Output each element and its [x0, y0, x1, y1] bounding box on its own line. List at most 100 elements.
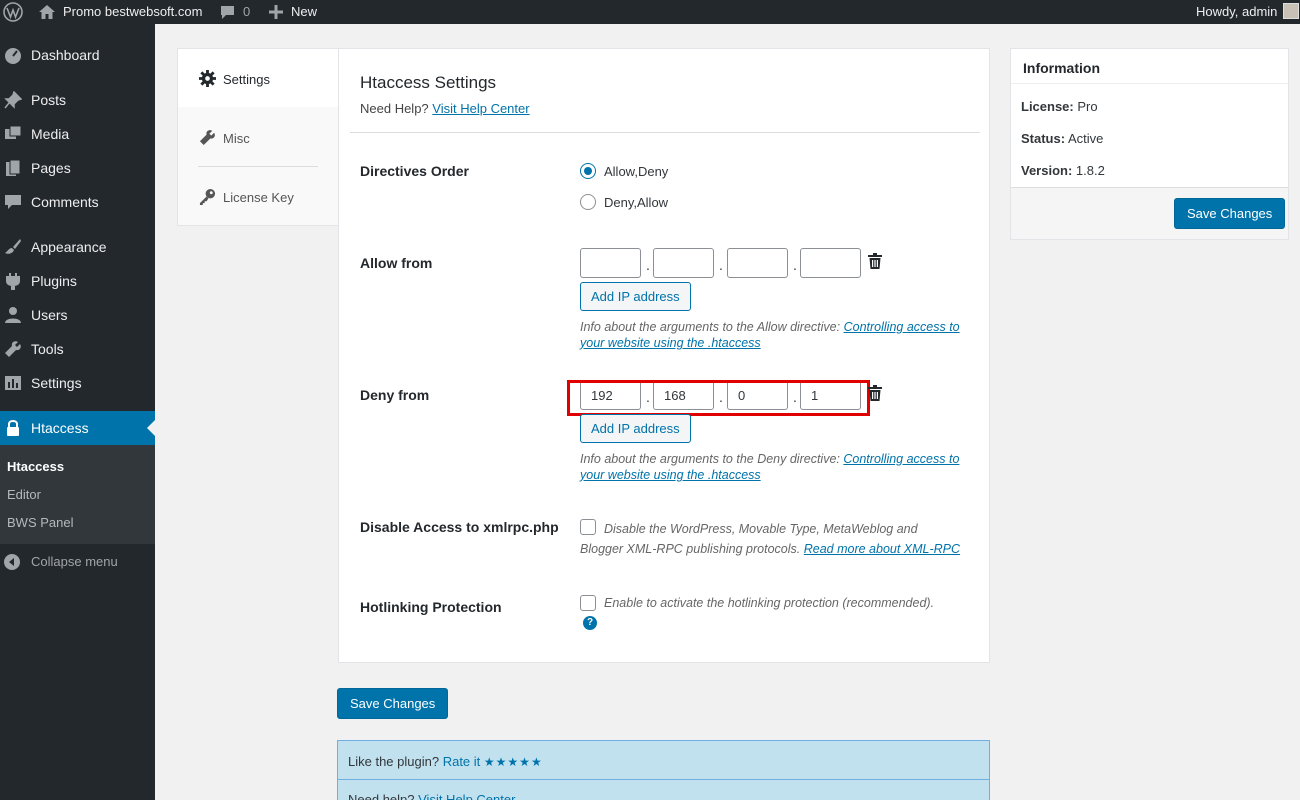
settings-icon	[5, 376, 21, 390]
xmlrpc-description: Disable the WordPress, Movable Type, Met…	[580, 519, 962, 559]
menu-label: Media	[31, 126, 70, 142]
menu-settings[interactable]: Settings	[0, 366, 155, 400]
status-value: Active	[1067, 131, 1104, 146]
media-icon	[5, 125, 22, 139]
need-help-line: Need help? Visit Help Center	[348, 792, 515, 800]
trash-icon[interactable]	[868, 385, 882, 401]
save-changes-button[interactable]: Save Changes	[337, 688, 449, 719]
info-footer: Save Changes	[1011, 187, 1288, 239]
allow-add-ip-button[interactable]: Add IP address	[580, 282, 691, 311]
home-icon[interactable]	[38, 0, 56, 24]
comments-count[interactable]: 0	[243, 0, 250, 24]
allow-info-text: Info about the arguments to the Allow di…	[580, 319, 962, 351]
page-title: Htaccess Settings	[360, 73, 497, 92]
need-help-prefix: Need help?	[348, 792, 415, 800]
help-icon[interactable]: ?	[583, 616, 597, 630]
submenu-editor[interactable]: Editor	[7, 487, 41, 502]
tab-label: Misc	[223, 131, 250, 146]
tab-label: License Key	[223, 190, 294, 205]
comment-icon	[5, 195, 21, 209]
rating-stars-icon[interactable]: ★★★★★	[484, 755, 543, 769]
plugin-icon	[6, 273, 20, 290]
menu-media[interactable]: Media	[0, 117, 155, 151]
deny-from-label: Deny from	[360, 387, 430, 403]
allow-info-prefix: Info about the arguments to the Allow di…	[580, 320, 841, 334]
license-row: License: Pro	[1021, 99, 1098, 114]
information-box: Information License: Pro Status: Active …	[1010, 48, 1289, 240]
pin-icon	[4, 91, 22, 109]
menu-comments[interactable]: Comments	[0, 185, 155, 219]
ip-dot: .	[793, 257, 797, 273]
xmlrpc-read-more-link[interactable]: Read more about XML-RPC	[804, 542, 960, 556]
settings-panel: Htaccess Settings Need Help? Visit Help …	[338, 48, 990, 663]
allow-octet-3-input[interactable]	[727, 248, 788, 278]
help-center-link[interactable]: Visit Help Center	[432, 101, 529, 116]
allow-octet-2-input[interactable]	[653, 248, 714, 278]
admin-sidebar: Dashboard Posts Media Pages Comments App…	[0, 24, 155, 800]
menu-label: Comments	[31, 194, 99, 210]
comment-bubble-icon[interactable]	[219, 0, 236, 24]
license-value: Pro	[1077, 99, 1098, 114]
allow-octet-1-input[interactable]	[580, 248, 641, 278]
radio-allow-deny[interactable]	[580, 163, 596, 179]
collapse-menu-button[interactable]: Collapse menu	[0, 552, 155, 572]
tab-settings[interactable]: Settings	[178, 49, 339, 107]
rate-prefix: Like the plugin?	[348, 754, 440, 769]
allow-octet-4-input[interactable]	[800, 248, 861, 278]
menu-plugins[interactable]: Plugins	[0, 264, 155, 298]
version-value: 1.8.2	[1075, 163, 1105, 178]
allow-from-label: Allow from	[360, 255, 433, 271]
radio-allow-deny-label[interactable]: Allow,Deny	[604, 164, 668, 179]
tab-misc[interactable]: Misc	[178, 108, 339, 166]
user-icon	[5, 307, 21, 323]
wordpress-logo-icon[interactable]	[3, 0, 23, 24]
radio-deny-allow-label[interactable]: Deny,Allow	[604, 195, 668, 210]
hotlinking-checkbox[interactable]	[580, 595, 596, 611]
ip-dot: .	[646, 257, 650, 273]
status-row: Status: Active	[1021, 131, 1103, 146]
menu-pages[interactable]: Pages	[0, 151, 155, 185]
avatar[interactable]	[1283, 3, 1299, 19]
help-prefix: Need Help?	[360, 101, 429, 116]
menu-label: Appearance	[31, 239, 107, 255]
howdy-link[interactable]: Howdy, admin	[1196, 0, 1277, 24]
pages-icon	[6, 159, 21, 176]
menu-label: Htaccess	[31, 420, 89, 436]
title-divider	[350, 132, 980, 133]
menu-posts[interactable]: Posts	[0, 83, 155, 117]
deny-add-ip-button[interactable]: Add IP address	[580, 414, 691, 443]
menu-dashboard[interactable]: Dashboard	[0, 38, 155, 72]
rate-it-link[interactable]: Rate it	[443, 754, 481, 769]
directives-order-label: Directives Order	[360, 163, 469, 179]
wrench-icon	[199, 130, 215, 146]
ip-dot: .	[719, 257, 723, 273]
trash-icon[interactable]	[868, 253, 882, 269]
collapse-arrow-icon	[4, 554, 20, 570]
menu-htaccess[interactable]: Htaccess	[0, 411, 155, 445]
menu-label: Settings	[31, 375, 82, 391]
plus-icon[interactable]	[269, 0, 283, 24]
submenu-htaccess[interactable]: Htaccess	[7, 459, 64, 474]
tab-license-key[interactable]: License Key	[178, 167, 339, 225]
lock-icon	[7, 420, 19, 436]
deny-info-prefix: Info about the arguments to the Deny dir…	[580, 452, 840, 466]
radio-deny-allow[interactable]	[580, 194, 596, 210]
hotlinking-label: Hotlinking Protection	[360, 599, 502, 615]
deny-info-text: Info about the arguments to the Deny dir…	[580, 451, 962, 483]
menu-users[interactable]: Users	[0, 298, 155, 332]
settings-tabs: Settings Misc License Key	[177, 48, 339, 226]
menu-label: Pages	[31, 160, 71, 176]
submenu-bws-panel[interactable]: BWS Panel	[7, 515, 73, 530]
tab-label: Settings	[223, 72, 270, 87]
rate-line: Like the plugin? Rate it ★★★★★	[348, 754, 543, 769]
menu-appearance[interactable]: Appearance	[0, 230, 155, 264]
menu-label: Users	[31, 307, 68, 323]
need-help-link[interactable]: Visit Help Center	[418, 792, 515, 800]
hotlinking-desc: Enable to activate the hotlinking protec…	[604, 596, 935, 610]
menu-tools[interactable]: Tools	[0, 332, 155, 366]
need-help-box: Need help? Visit Help Center	[337, 779, 990, 800]
new-content-link[interactable]: New	[291, 0, 317, 24]
menu-label: Plugins	[31, 273, 77, 289]
site-name-link[interactable]: Promo bestwebsoft.com	[63, 0, 202, 24]
info-save-changes-button[interactable]: Save Changes	[1174, 198, 1286, 229]
